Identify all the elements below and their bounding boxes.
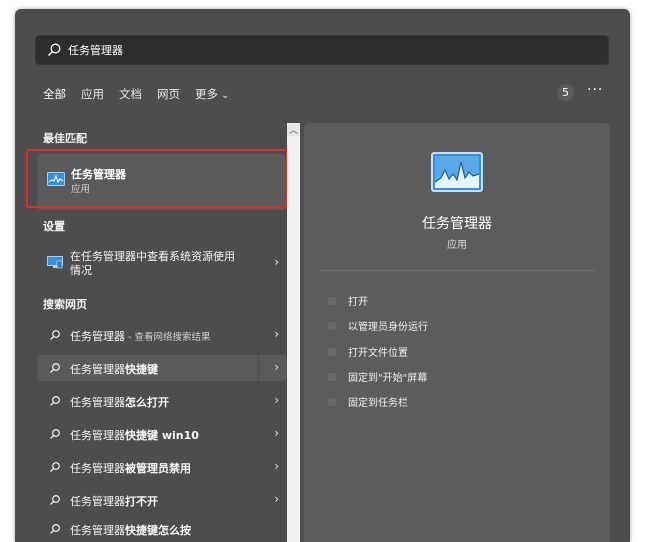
- web-result-bold: 快捷键: [125, 363, 158, 376]
- web-result-bold: 被管理员禁用: [125, 462, 191, 475]
- open-icon: [328, 296, 336, 305]
- web-result-prefix: 任务管理器: [70, 396, 125, 409]
- search-icon: [50, 363, 60, 373]
- web-result-prefix: 任务管理器: [70, 495, 125, 508]
- action-label: 固定到"开始"屏幕: [348, 373, 428, 384]
- chevron-right-icon[interactable]: ›: [274, 426, 279, 440]
- web-result-item[interactable]: 任务管理器快捷键 win10 ›: [37, 421, 287, 447]
- web-result-bold: 打不开: [125, 495, 158, 508]
- web-result-text: 任务管理器快捷键: [70, 361, 158, 377]
- action-open[interactable]: 打开: [328, 293, 368, 311]
- chevron-right-icon[interactable]: ›: [274, 327, 279, 341]
- web-result-prefix: 任务管理器: [70, 330, 125, 343]
- search-icon: [48, 43, 61, 56]
- scroll-up-button[interactable]: ︿: [287, 123, 300, 136]
- web-result-bold: 快捷键怎么按: [125, 524, 191, 537]
- pin-icon: [328, 397, 336, 406]
- web-result-hint: - 查看网络搜索结果: [125, 332, 211, 343]
- action-label: 打开: [348, 297, 368, 308]
- action-pin-to-taskbar[interactable]: 固定到任务栏: [328, 394, 408, 412]
- section-web-search: 搜索网页: [43, 298, 87, 311]
- filter-tabs: 全部 应用 文档 网页 更多 ⌄: [43, 85, 244, 105]
- action-pin-to-start[interactable]: 固定到"开始"屏幕: [328, 369, 427, 387]
- chevron-right-icon[interactable]: ›: [274, 393, 279, 407]
- preview-title: 任务管理器: [422, 216, 492, 232]
- section-best-match: 最佳匹配: [43, 132, 87, 145]
- search-icon: [50, 396, 60, 406]
- web-result-prefix: 任务管理器: [70, 524, 125, 537]
- more-options-icon[interactable]: ···: [587, 82, 603, 98]
- web-result-text: 任务管理器怎么打开: [70, 394, 169, 410]
- search-icon: [50, 330, 60, 340]
- search-icon: [50, 462, 60, 472]
- shield-icon: [328, 321, 336, 330]
- web-result-bold: 快捷键 win10: [125, 429, 199, 442]
- web-result-text: 任务管理器快捷键怎么按: [70, 522, 191, 538]
- web-result-item[interactable]: 任务管理器快捷键 ›: [37, 355, 287, 381]
- divider: [318, 270, 596, 271]
- web-result-item[interactable]: 任务管理器被管理员禁用 ›: [37, 454, 287, 480]
- action-label: 打开文件位置: [348, 348, 408, 359]
- tab-documents[interactable]: 文档: [119, 85, 142, 105]
- task-manager-icon: [431, 152, 483, 192]
- chevron-right-icon: ›: [274, 255, 279, 269]
- web-result-prefix: 任务管理器: [70, 429, 125, 442]
- web-result-text: 任务管理器打不开: [70, 493, 158, 509]
- search-icon: [50, 524, 60, 534]
- settings-item-line1: 在任务管理器中查看系统资源使用: [70, 250, 235, 263]
- tab-web[interactable]: 网页: [157, 85, 180, 105]
- action-open-file-location[interactable]: 打开文件位置: [328, 344, 408, 362]
- highlight-box: [26, 149, 288, 208]
- search-icon: [50, 495, 60, 505]
- chevron-right-icon[interactable]: ›: [274, 360, 279, 374]
- pin-icon: [328, 372, 336, 381]
- tab-all[interactable]: 全部: [43, 85, 66, 105]
- settings-item-line2: 情况: [70, 264, 92, 277]
- preview-subtitle: 应用: [447, 240, 467, 251]
- web-result-item[interactable]: 任务管理器 - 查看网络搜索结果 ›: [37, 322, 287, 348]
- preview-pane: 任务管理器 应用 打开 以管理员身份运行 打开文件位置 固定到"开始"屏幕 固定…: [304, 123, 610, 542]
- chevron-down-icon: ⌄: [221, 90, 230, 101]
- web-result-text: 任务管理器 - 查看网络搜索结果: [70, 328, 210, 344]
- tab-more-label: 更多: [195, 87, 218, 101]
- settings-item-resource-usage[interactable]: 在任务管理器中查看系统资源使用 情况 ›: [37, 242, 287, 282]
- divider: [258, 355, 259, 381]
- folder-icon: [328, 347, 336, 356]
- chevron-right-icon[interactable]: ›: [274, 459, 279, 473]
- section-settings: 设置: [43, 220, 65, 233]
- web-result-item[interactable]: 任务管理器快捷键怎么按: [37, 516, 287, 542]
- chevron-up-icon: ︿: [289, 126, 299, 136]
- search-icon: [50, 429, 60, 439]
- action-run-as-admin[interactable]: 以管理员身份运行: [328, 318, 428, 336]
- search-box[interactable]: [35, 35, 609, 65]
- web-result-bold: 怎么打开: [125, 396, 169, 409]
- tab-more[interactable]: 更多 ⌄: [195, 85, 229, 105]
- rewards-badge[interactable]: 5: [557, 84, 574, 101]
- chevron-right-icon[interactable]: ›: [274, 492, 279, 506]
- search-input[interactable]: [68, 40, 588, 60]
- web-result-item[interactable]: 任务管理器怎么打开 ›: [37, 388, 287, 414]
- web-result-prefix: 任务管理器: [70, 462, 125, 475]
- web-result-text: 任务管理器被管理员禁用: [70, 460, 191, 476]
- results-scrollbar[interactable]: [287, 123, 300, 542]
- tab-apps[interactable]: 应用: [81, 85, 104, 105]
- action-label: 固定到任务栏: [348, 398, 408, 409]
- web-result-prefix: 任务管理器: [70, 363, 125, 376]
- monitor-icon: [47, 256, 63, 269]
- web-result-item[interactable]: 任务管理器打不开 ›: [37, 487, 287, 513]
- search-panel: 全部 应用 文档 网页 更多⌄ 5 ··· 最佳匹配 任务管理器 应用 设置 在…: [15, 9, 630, 542]
- action-label: 以管理员身份运行: [348, 322, 428, 333]
- web-result-text: 任务管理器快捷键 win10: [70, 427, 199, 443]
